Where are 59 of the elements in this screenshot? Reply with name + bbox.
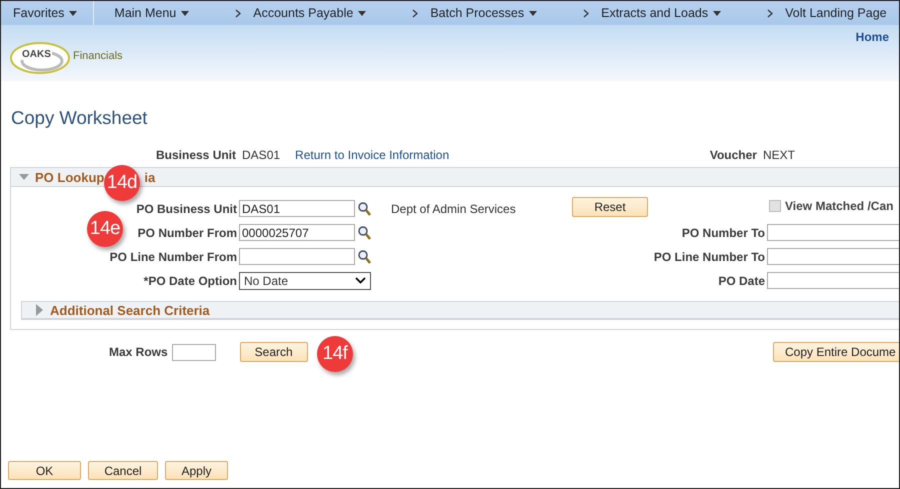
search-icon[interactable] (358, 226, 371, 240)
input-field[interactable]: 0000025707 (239, 224, 355, 241)
callout-badge: 14f (317, 336, 353, 372)
input-field[interactable] (767, 224, 899, 241)
chevron-right-icon (767, 8, 774, 18)
field-label: PO Line Number From (110, 250, 238, 264)
field-value: NEXT (762, 148, 795, 162)
input-field[interactable]: DAS01 (239, 200, 355, 217)
field-value: DAS01 (242, 148, 280, 162)
field-label: PO Number From (138, 226, 238, 240)
field-label: PO Number To (682, 226, 765, 240)
field-label: *PO Date Option (144, 274, 238, 288)
field-description: Dept of Admin Services (391, 202, 516, 216)
nav-menu[interactable]: Accounts Payable (247, 6, 372, 20)
caret-icon (713, 10, 722, 16)
caret-icon (69, 10, 78, 16)
nav-menu[interactable]: Main Menu (108, 6, 196, 20)
nav-menu[interactable]: Extracts and Loads (595, 6, 728, 20)
section-header[interactable]: Additional Search Criteria (21, 301, 899, 320)
section-title: Additional Search Criteria (50, 302, 210, 318)
field-label: PO Date (718, 274, 765, 288)
caret-icon (181, 10, 190, 16)
chevron-right-icon (412, 8, 418, 18)
logo-text: OAKS (21, 50, 52, 60)
field-label: Max Rows (109, 345, 168, 359)
field-label: Business Unit (156, 148, 236, 162)
callout-badge: 14e (87, 211, 123, 247)
footer-button[interactable]: Cancel (88, 461, 158, 480)
callout-badge: 14d (104, 165, 140, 201)
nav-menu[interactable]: Favorites (7, 6, 84, 20)
chevron-down-icon (355, 277, 366, 284)
input-field[interactable] (767, 272, 899, 289)
field-label: Voucher (710, 148, 757, 162)
copy-button[interactable]: Copy Entire Docume (773, 342, 899, 362)
caret-icon (358, 10, 366, 16)
input-field[interactable] (239, 248, 355, 265)
field-label: PO Business Unit (136, 202, 238, 216)
logo-subtitle: Financials (73, 50, 123, 62)
input-field[interactable] (767, 248, 899, 265)
field-label: PO Line Number To (654, 250, 765, 264)
search-button[interactable]: Search (240, 342, 308, 362)
home-link[interactable]: Home (856, 25, 899, 81)
search-icon[interactable] (358, 202, 371, 216)
reset-button[interactable]: Reset (572, 197, 648, 217)
nav-menu[interactable]: Batch Processes (424, 6, 544, 20)
chevron-right-icon (583, 8, 590, 18)
footer-button[interactable]: OK (8, 461, 81, 480)
footer-button[interactable]: Apply (165, 461, 228, 480)
caret-icon (529, 10, 538, 16)
checkbox-label: View Matched /Can (785, 198, 894, 212)
input-field[interactable] (172, 344, 216, 360)
page-title: Copy Worksheet (11, 107, 148, 129)
chevron-right-icon (235, 8, 242, 18)
section-title: PO Lookup (35, 170, 104, 184)
nav-link[interactable]: Volt Landing Page (779, 6, 893, 20)
search-icon[interactable] (358, 250, 371, 264)
return-link[interactable]: Return to Invoice Information (295, 148, 450, 162)
section-title: ia (144, 170, 156, 184)
date-option-dropdown[interactable]: No Date (239, 272, 371, 290)
